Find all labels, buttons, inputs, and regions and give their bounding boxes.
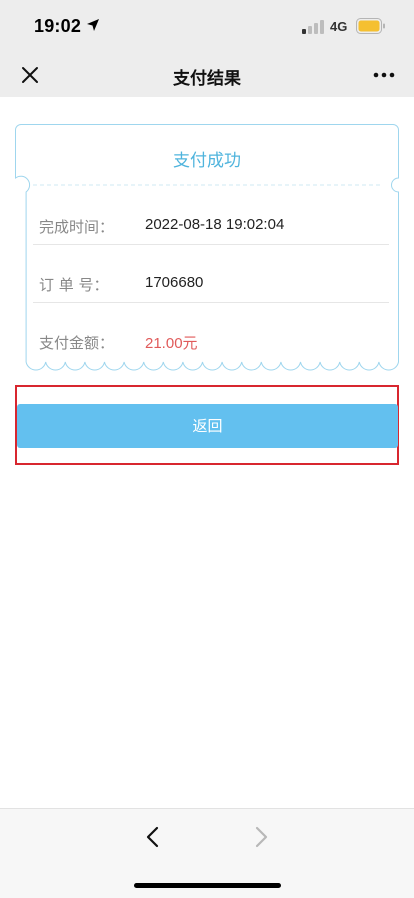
network-type: 4G	[330, 19, 348, 34]
page-title: 支付结果	[173, 69, 241, 89]
row-divider	[33, 244, 389, 245]
order-number-value: 1706680	[145, 274, 204, 291]
status-time: 19:02	[34, 16, 82, 36]
order-number-row: 订 单 号： 1706680	[33, 254, 391, 312]
payment-status-title: 支付成功	[173, 151, 241, 171]
return-button[interactable]: 返回	[17, 404, 398, 448]
completion-time-row: 完成时间： 2022-08-18 19:02:04	[33, 196, 391, 254]
bottom-toolbar	[0, 808, 414, 898]
payment-amount-label: 支付金额：	[39, 334, 115, 352]
payment-amount-row: 支付金额： 21.00元	[33, 312, 391, 370]
row-divider	[33, 302, 389, 303]
status-bar: 19:02 4G	[0, 0, 414, 52]
completion-time-label: 完成时间：	[39, 218, 115, 236]
cellular-signal-icon	[302, 20, 324, 34]
location-arrow-icon	[87, 19, 99, 31]
battery-icon	[356, 18, 385, 34]
home-indicator	[134, 883, 281, 888]
nav-bar: 支付结果	[0, 52, 414, 97]
order-number-label: 订 单 号：	[39, 276, 109, 294]
more-dots-icon[interactable]	[372, 63, 396, 87]
completion-time-value: 2022-08-18 19:02:04	[145, 216, 285, 233]
payment-amount-value: 21.00元	[145, 335, 198, 352]
chevron-left-icon[interactable]	[143, 825, 163, 849]
chevron-right-icon[interactable]	[251, 825, 271, 849]
payment-result-card: 支付成功 完成时间： 2022-08-18 19:02:04 订 单 号： 17…	[15, 124, 399, 372]
